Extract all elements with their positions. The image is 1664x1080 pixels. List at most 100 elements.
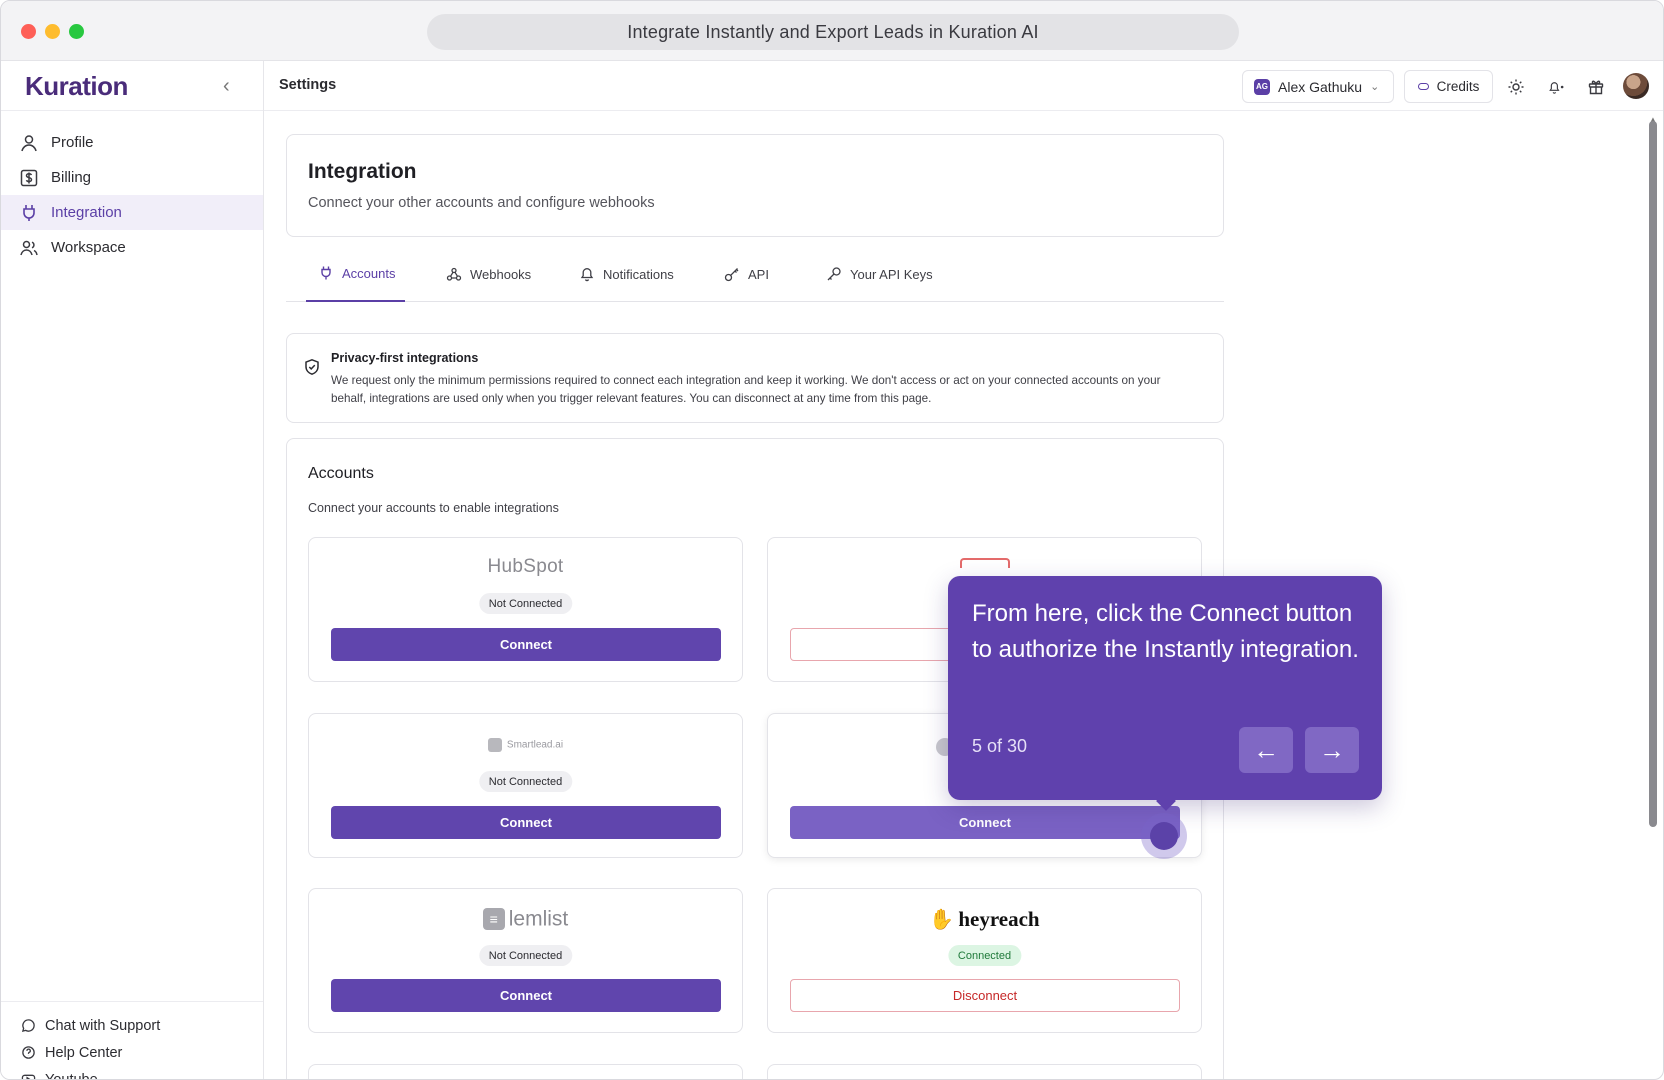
user-avatar[interactable] bbox=[1623, 73, 1649, 99]
tab-label: Your API Keys bbox=[850, 266, 933, 282]
close-window-button[interactable] bbox=[21, 24, 36, 39]
heyreach-logo-text: heyreach bbox=[958, 907, 1040, 931]
gift-icon[interactable] bbox=[1587, 78, 1605, 96]
integration-tabs: Accounts Webhooks Notifications API Your… bbox=[286, 246, 1224, 302]
user-name: Alex Gathuku bbox=[1278, 78, 1363, 95]
connect-button-hubspot[interactable]: Connect bbox=[331, 628, 721, 661]
status-badge: Connected bbox=[947, 945, 1022, 966]
collapse-sidebar-icon[interactable]: ‹ bbox=[223, 75, 230, 98]
sidebar-item-label: Profile bbox=[51, 134, 94, 151]
bell-icon bbox=[580, 268, 594, 282]
app-window: Integrate Instantly and Export Leads in … bbox=[0, 0, 1664, 1080]
key-icon bbox=[827, 267, 841, 281]
integration-card-hubspot: HubSpot Not Connected Connect bbox=[308, 537, 743, 682]
integration-header-card: Integration Connect your other accounts … bbox=[286, 134, 1224, 237]
help-icon bbox=[22, 1046, 35, 1059]
chevron-down-icon: ⌄ bbox=[1370, 81, 1380, 93]
sidebar-header: Kuration ‹ bbox=[1, 61, 263, 111]
status-badge: Not Connected bbox=[478, 945, 573, 966]
integration-card-next bbox=[767, 1064, 1202, 1079]
dollar-icon bbox=[20, 169, 38, 186]
plug-icon bbox=[23, 204, 35, 221]
lemlist-logo: ≡ lemlist bbox=[309, 907, 742, 931]
tab-label: Webhooks bbox=[470, 266, 532, 282]
sidebar-item-integration[interactable]: Integration bbox=[1, 195, 263, 230]
tab-your-api-keys[interactable]: Your API Keys bbox=[826, 246, 933, 302]
hand-wave-icon: ✋ bbox=[929, 909, 955, 931]
sidebar-item-profile[interactable]: Profile bbox=[1, 125, 263, 160]
arrow-left-icon: ← bbox=[1253, 734, 1279, 765]
youtube-label: Youtube bbox=[45, 1071, 98, 1080]
tab-api[interactable]: API bbox=[724, 246, 769, 302]
top-header: Settings AG Alex Gathuku ⌄ Credits bbox=[264, 61, 1663, 111]
coin-icon bbox=[1417, 83, 1429, 90]
disconnect-button-heyreach[interactable]: Disconnect bbox=[790, 979, 1180, 1012]
plug-icon bbox=[321, 266, 331, 280]
smartlead-logo: Smartlead.ai bbox=[309, 738, 742, 752]
chat-icon bbox=[21, 1019, 35, 1033]
sidebar-item-billing[interactable]: Billing bbox=[1, 160, 263, 195]
heyreach-logo: ✋ heyreach bbox=[768, 907, 1201, 932]
youtube-link[interactable]: Youtube bbox=[1, 1066, 263, 1080]
minimize-window-button[interactable] bbox=[45, 24, 60, 39]
sidebar-item-workspace[interactable]: Workspace bbox=[1, 230, 263, 265]
integration-title: Integration bbox=[308, 160, 417, 183]
theme-toggle-icon[interactable] bbox=[1507, 78, 1525, 96]
scrollbar-thumb[interactable] bbox=[1649, 121, 1657, 827]
tooltip-text: From here, click the Connect button to a… bbox=[972, 600, 1359, 663]
user-icon bbox=[21, 134, 37, 151]
hubspot-logo: HubSpot bbox=[487, 556, 564, 577]
key-icon bbox=[724, 268, 739, 282]
privacy-text: We request only the minimum permissions … bbox=[331, 374, 1161, 405]
connect-button-lemlist[interactable]: Connect bbox=[331, 979, 721, 1012]
accounts-subtitle: Connect your accounts to enable integrat… bbox=[308, 501, 559, 515]
tab-notifications[interactable]: Notifications bbox=[579, 246, 674, 302]
help-center-label: Help Center bbox=[45, 1044, 123, 1061]
tab-accounts[interactable]: Accounts bbox=[306, 246, 406, 302]
tab-webhooks[interactable]: Webhooks bbox=[446, 246, 531, 302]
user-menu-button[interactable]: AG Alex Gathuku ⌄ bbox=[1242, 70, 1394, 103]
chat-support-link[interactable]: Chat with Support bbox=[1, 1012, 263, 1039]
lemlist-logo-text: lemlist bbox=[508, 907, 569, 931]
chat-support-label: Chat with Support bbox=[45, 1017, 161, 1034]
youtube-icon bbox=[21, 1074, 36, 1079]
title-bar: Integrate Instantly and Export Leads in … bbox=[1, 1, 1663, 61]
tooltip-prev-button[interactable]: ← bbox=[1239, 727, 1293, 773]
tab-label: Notifications bbox=[603, 266, 674, 282]
help-center-link[interactable]: Help Center bbox=[1, 1039, 263, 1066]
sidebar-item-label: Integration bbox=[51, 204, 122, 221]
sidebar-footer: Chat with Support Help Center Youtube bbox=[1, 1001, 263, 1080]
status-badge: Not Connected bbox=[478, 593, 573, 614]
tooltip-step-counter: 5 of 30 bbox=[972, 736, 1028, 756]
arrow-right-icon: → bbox=[1319, 734, 1345, 765]
kuration-logo[interactable]: Kuration bbox=[25, 71, 128, 102]
connect-button-highlighted[interactable]: Connect bbox=[790, 806, 1180, 839]
status-badge: Not Connected bbox=[478, 771, 573, 792]
smartlead-logo-text: Smartlead.ai bbox=[506, 739, 564, 751]
webhook-icon bbox=[446, 267, 462, 281]
connect-button-smartlead[interactable]: Connect bbox=[331, 806, 721, 839]
integration-subtitle: Connect your other accounts and configur… bbox=[308, 195, 655, 211]
sidebar-item-label: Billing bbox=[51, 169, 92, 186]
hotspot-dot bbox=[1150, 822, 1178, 850]
integration-card-smartlead: Smartlead.ai Not Connected Connect bbox=[308, 713, 743, 858]
click-target-hotspot[interactable] bbox=[1141, 813, 1187, 859]
user-initials-badge: AG bbox=[1254, 78, 1270, 95]
instantly-logo-icon bbox=[960, 558, 1010, 568]
page-title: Settings bbox=[279, 77, 337, 93]
privacy-title: Privacy-first integrations bbox=[331, 351, 479, 365]
credits-label: Credits bbox=[1436, 79, 1480, 94]
tooltip-next-button[interactable]: → bbox=[1305, 727, 1359, 773]
integration-card-heyreach: ✋ heyreach Connected Disconnect bbox=[767, 888, 1202, 1033]
maximize-window-button[interactable] bbox=[69, 24, 84, 39]
sidebar-item-label: Workspace bbox=[51, 239, 126, 256]
lemlist-logo-icon: ≡ bbox=[482, 908, 505, 931]
privacy-notice: Privacy-first integrations We request on… bbox=[286, 333, 1224, 423]
integration-card-lemlist: ≡ lemlist Not Connected Connect bbox=[308, 888, 743, 1033]
smartlead-logo-icon bbox=[487, 738, 502, 752]
credits-button[interactable]: Credits bbox=[1404, 70, 1493, 103]
notifications-bell-icon[interactable] bbox=[1547, 78, 1565, 96]
sidebar-nav: Profile Billing Integration Workspace bbox=[1, 111, 263, 265]
shield-check-icon bbox=[305, 358, 319, 375]
guide-tooltip: From here, click the Connect button to a… bbox=[948, 576, 1382, 811]
